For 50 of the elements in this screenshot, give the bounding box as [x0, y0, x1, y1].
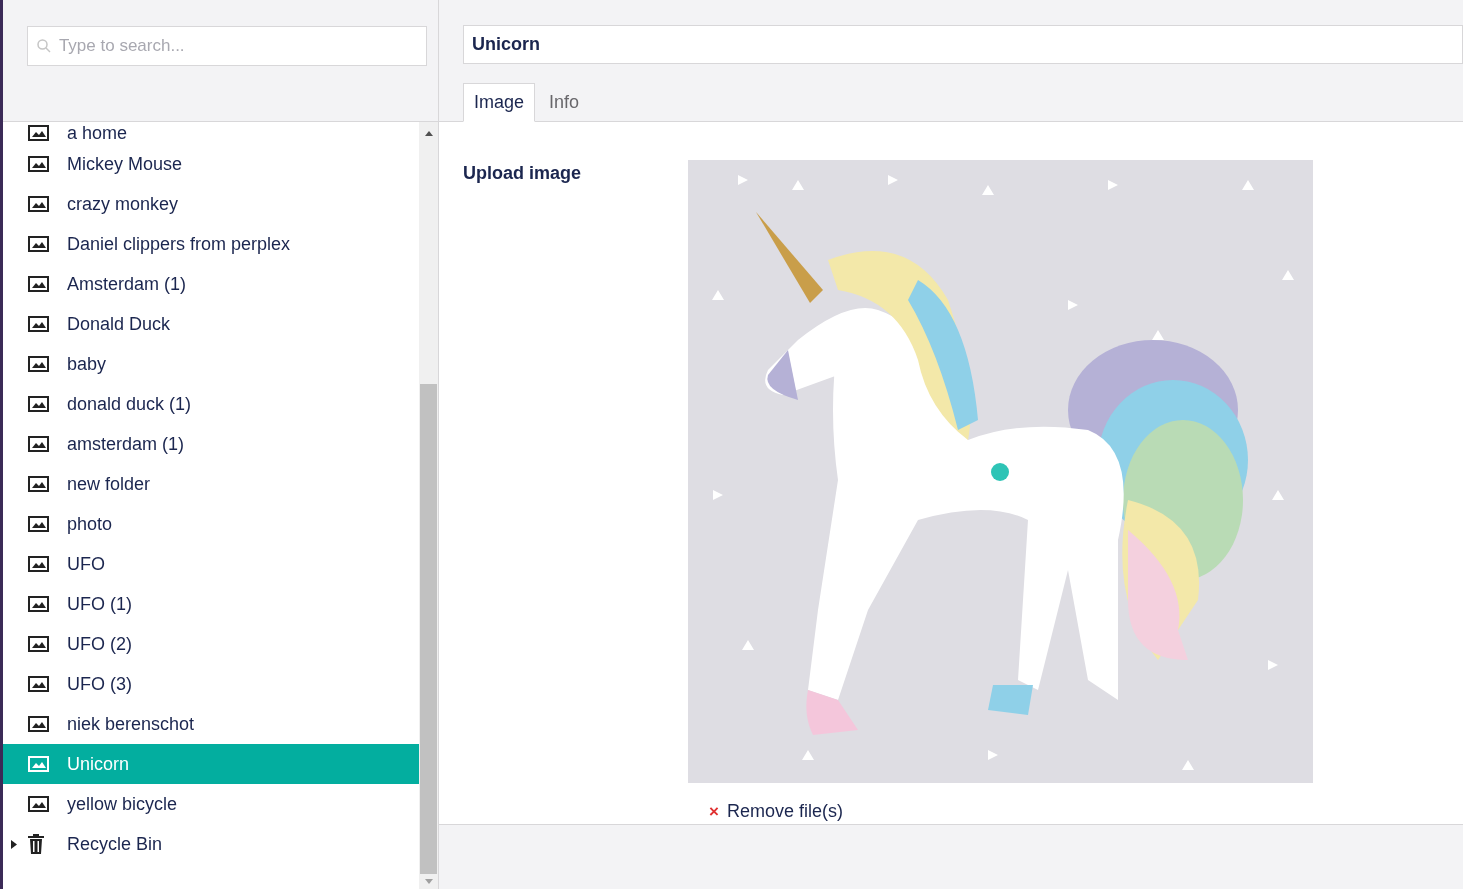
image-icon [27, 396, 49, 412]
image-icon [27, 316, 49, 332]
tree-item[interactable]: niek berenschot [2, 704, 419, 744]
name-field[interactable]: Unicorn [463, 25, 1463, 64]
trash-icon [27, 834, 44, 854]
image-icon [27, 676, 49, 692]
tree-item[interactable]: UFO [2, 544, 419, 584]
tree-item[interactable]: Donald Duck [2, 304, 419, 344]
image-icon [27, 596, 49, 612]
tree-item[interactable]: UFO (3) [2, 664, 419, 704]
tab[interactable]: Info [535, 83, 594, 122]
image-icon [27, 476, 49, 492]
tree-item[interactable]: UFO (1) [2, 584, 419, 624]
image-icon [27, 516, 49, 532]
image-icon [27, 436, 49, 452]
search-icon [35, 38, 52, 54]
scrollbar[interactable] [419, 122, 438, 889]
scroll-thumb[interactable] [420, 384, 437, 874]
tree-item[interactable]: a home [2, 122, 419, 144]
tree-item[interactable]: Mickey Mouse [2, 144, 419, 184]
tree-item[interactable]: Daniel clippers from perplex [2, 224, 419, 264]
remove-icon[interactable]: × [709, 798, 719, 824]
caret-icon[interactable] [10, 839, 17, 849]
tree-item[interactable]: Recycle Bin [2, 824, 419, 864]
tree-item[interactable]: new folder [2, 464, 419, 504]
image-icon [27, 356, 49, 372]
tree-item[interactable]: photo [2, 504, 419, 544]
image-icon [27, 796, 49, 812]
image-icon [27, 636, 49, 652]
image-icon [27, 156, 49, 172]
tab[interactable]: Image [463, 83, 536, 122]
image-icon [27, 125, 49, 141]
image-icon [27, 236, 49, 252]
image-icon [27, 276, 49, 292]
remove-files-link[interactable]: Remove file(s) [726, 798, 843, 824]
field-label: Upload image [463, 162, 583, 185]
tree-item[interactable]: donald duck (1) [2, 384, 419, 424]
scroll-up-icon[interactable] [424, 131, 433, 136]
tree-item[interactable]: UFO (2) [2, 624, 419, 664]
search-field[interactable]: Type to search... [26, 26, 427, 66]
image-icon [27, 756, 49, 772]
image-icon [27, 716, 49, 732]
tree-item[interactable]: baby [2, 344, 419, 384]
tree-item[interactable]: amsterdam (1) [2, 424, 419, 464]
tree-item[interactable]: yellow bicycle [2, 784, 419, 824]
image-icon [27, 556, 49, 572]
scroll-down-icon[interactable] [424, 879, 433, 884]
image-icon [27, 196, 49, 212]
tree-item[interactable]: crazy monkey [2, 184, 419, 224]
tree-item[interactable]: Amsterdam (1) [2, 264, 419, 304]
